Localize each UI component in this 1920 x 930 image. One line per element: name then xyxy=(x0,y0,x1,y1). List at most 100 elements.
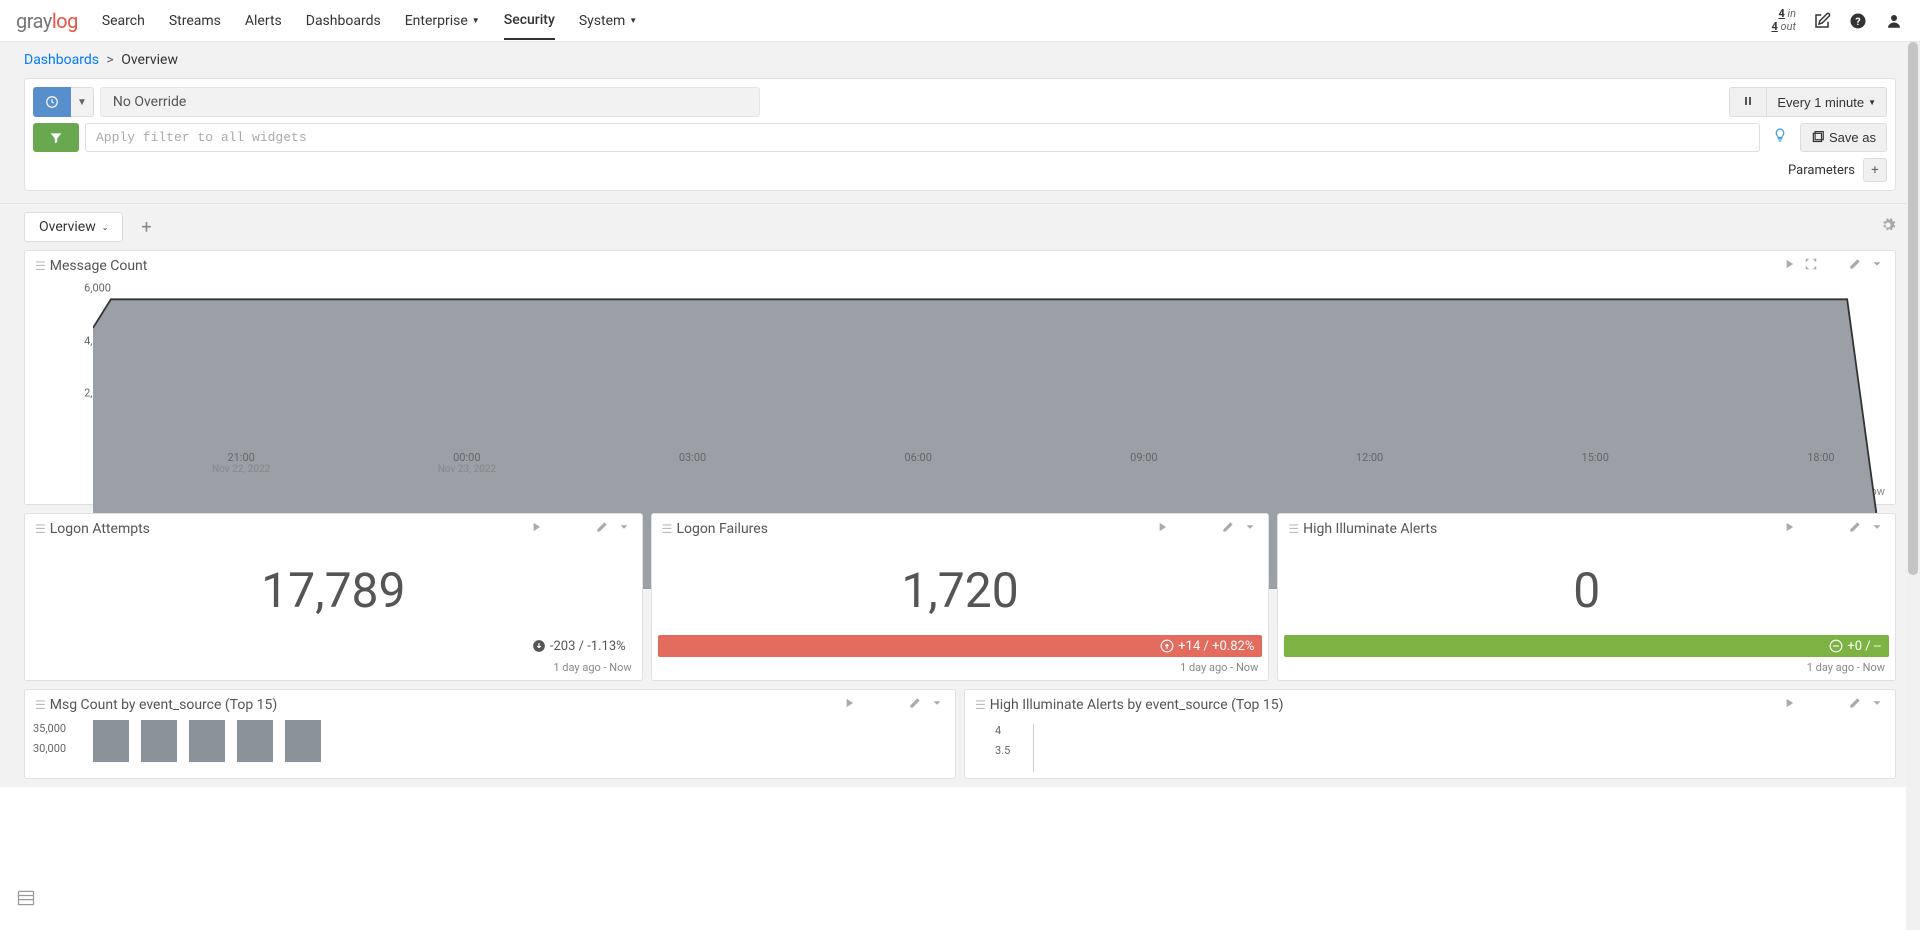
dashboard-grid: ☰ Message Count 6,000 4,000 2,000 0 xyxy=(0,244,1920,787)
nav-alerts[interactable]: Alerts xyxy=(245,2,282,40)
timerange-dropdown[interactable]: ▼ xyxy=(71,87,94,117)
pause-button[interactable] xyxy=(1729,87,1766,117)
drag-handle-icon[interactable]: ☰ xyxy=(662,522,671,536)
filter-input[interactable] xyxy=(85,123,1760,152)
x-axis: 21:00Nov 22, 2022 00:00Nov 23, 2022 03:0… xyxy=(137,451,1873,479)
tabs-row: Overview ⌄ + xyxy=(0,204,1920,244)
nav-dashboards[interactable]: Dashboards xyxy=(306,2,381,40)
breadcrumb-sep: > xyxy=(106,52,113,68)
tab-overview[interactable]: Overview ⌄ xyxy=(24,212,123,242)
stat-value: 1,720 xyxy=(652,562,1269,619)
parameters-label: Parameters xyxy=(1788,163,1855,178)
stat-value: 17,789 xyxy=(25,562,642,619)
chevron-down-icon[interactable] xyxy=(929,696,945,714)
widget-footer: 1 day ago - Now xyxy=(1278,657,1895,680)
nav-links: Search Streams Alerts Dashboards Enterpr… xyxy=(102,2,1772,40)
scrollbar[interactable] xyxy=(1906,42,1920,930)
nav-enterprise[interactable]: Enterprise▼ xyxy=(405,2,480,40)
logo[interactable]: graylog xyxy=(16,9,78,33)
fullscreen-icon[interactable] xyxy=(885,696,901,714)
widget-title: Logon Failures xyxy=(676,521,1154,537)
widget-tools xyxy=(1781,257,1885,275)
widget-title: Logon Attempts xyxy=(50,521,528,537)
chevron-down-icon[interactable] xyxy=(1869,696,1885,714)
widget-title: High Illuminate Alerts xyxy=(1303,521,1781,537)
override-box[interactable]: No Override xyxy=(100,87,760,117)
drag-handle-icon[interactable]: ☰ xyxy=(1288,522,1297,536)
fullscreen-icon[interactable] xyxy=(1198,520,1214,538)
drag-handle-icon[interactable]: ☰ xyxy=(35,522,44,536)
dashboard-settings-icon[interactable] xyxy=(1880,217,1896,237)
fullscreen-icon[interactable] xyxy=(1825,257,1841,275)
chevron-down-icon[interactable] xyxy=(1869,520,1885,538)
chevron-down-icon: ▼ xyxy=(629,16,637,25)
scratchpad-icon[interactable] xyxy=(16,888,36,912)
play-icon[interactable] xyxy=(841,696,857,714)
swap-icon[interactable] xyxy=(863,696,879,714)
svg-text:?: ? xyxy=(1855,14,1860,27)
collapse-icon[interactable] xyxy=(1803,257,1819,275)
edit-icon[interactable] xyxy=(907,696,923,714)
scrollbar-thumb[interactable] xyxy=(1908,42,1918,575)
drag-handle-icon[interactable]: ☰ xyxy=(35,259,44,273)
edit-icon[interactable] xyxy=(594,520,610,538)
timerange-button[interactable] xyxy=(33,87,71,117)
chevron-down-icon: ⌄ xyxy=(102,223,109,232)
subheader: Dashboards > Overview ▼ No Override Ever… xyxy=(0,42,1920,204)
bulb-icon[interactable] xyxy=(1766,123,1794,152)
arrow-up-circle-icon xyxy=(1160,639,1174,653)
chevron-down-icon[interactable] xyxy=(1869,257,1885,275)
nav-system[interactable]: System▼ xyxy=(579,2,637,40)
drag-handle-icon[interactable]: ☰ xyxy=(35,698,44,712)
clock-icon xyxy=(45,95,59,109)
add-parameter-button[interactable]: + xyxy=(1863,158,1887,182)
io-stats[interactable]: 4 in 4 out xyxy=(1771,8,1796,32)
message-count-chart: 6,000 4,000 2,000 0 21:00Nov 22, 2022 00… xyxy=(25,281,1895,481)
refresh-interval-button[interactable]: Every 1 minute▼ xyxy=(1766,87,1887,117)
nav-search[interactable]: Search xyxy=(102,2,145,40)
widget-alerts-by-source: ☰ High Illuminate Alerts by event_source… xyxy=(964,689,1896,779)
y-axis: 4 3.5 xyxy=(995,724,1010,764)
widget-message-count: ☰ Message Count 6,000 4,000 2,000 0 xyxy=(24,250,1896,505)
help-icon[interactable]: ? xyxy=(1848,11,1868,31)
play-icon[interactable] xyxy=(1781,696,1797,714)
swap-icon[interactable] xyxy=(550,520,566,538)
swap-icon[interactable] xyxy=(1803,696,1819,714)
swap-icon[interactable] xyxy=(1803,520,1819,538)
arrow-down-circle-icon xyxy=(532,639,546,653)
widget-title: Msg Count by event_source (Top 15) xyxy=(50,697,841,713)
chart-axis-line xyxy=(1033,724,1034,772)
play-icon[interactable] xyxy=(1154,520,1170,538)
user-icon[interactable] xyxy=(1884,11,1904,31)
chevron-down-icon: ▼ xyxy=(472,16,480,25)
nav-streams[interactable]: Streams xyxy=(169,2,221,40)
play-icon[interactable] xyxy=(528,520,544,538)
drag-handle-icon[interactable]: ☰ xyxy=(975,698,984,712)
add-tab-button[interactable]: + xyxy=(131,212,161,242)
save-as-button[interactable]: Save as xyxy=(1800,123,1887,152)
breadcrumb-root[interactable]: Dashboards xyxy=(24,52,99,68)
play-icon[interactable] xyxy=(1781,257,1797,275)
play-icon[interactable] xyxy=(1781,520,1797,538)
trend-bar: -203 / -1.13% xyxy=(31,635,636,657)
widget-logon-attempts: ☰ Logon Attempts 17,789 -203 / -1.13% 1 … xyxy=(24,513,643,681)
run-button[interactable] xyxy=(33,123,79,152)
nav-security[interactable]: Security xyxy=(504,2,555,40)
bar-series xyxy=(59,720,945,762)
fullscreen-icon[interactable] xyxy=(1825,520,1841,538)
edit-icon[interactable] xyxy=(1847,257,1863,275)
swap-icon[interactable] xyxy=(1176,520,1192,538)
edit-icon[interactable] xyxy=(1220,520,1236,538)
widget-msg-by-source: ☰ Msg Count by event_source (Top 15) 35,… xyxy=(24,689,956,779)
edit-icon[interactable] xyxy=(1812,11,1832,31)
edit-icon[interactable] xyxy=(1847,696,1863,714)
y-axis: 35,000 30,000 xyxy=(33,722,66,762)
trend-bar: +14 / +0.82% xyxy=(658,635,1263,657)
fullscreen-icon[interactable] xyxy=(572,520,588,538)
fullscreen-icon[interactable] xyxy=(1825,696,1841,714)
breadcrumb: Dashboards > Overview xyxy=(24,52,1896,68)
chevron-down-icon: ▼ xyxy=(1868,98,1876,107)
chevron-down-icon[interactable] xyxy=(1242,520,1258,538)
chevron-down-icon[interactable] xyxy=(616,520,632,538)
edit-icon[interactable] xyxy=(1847,520,1863,538)
